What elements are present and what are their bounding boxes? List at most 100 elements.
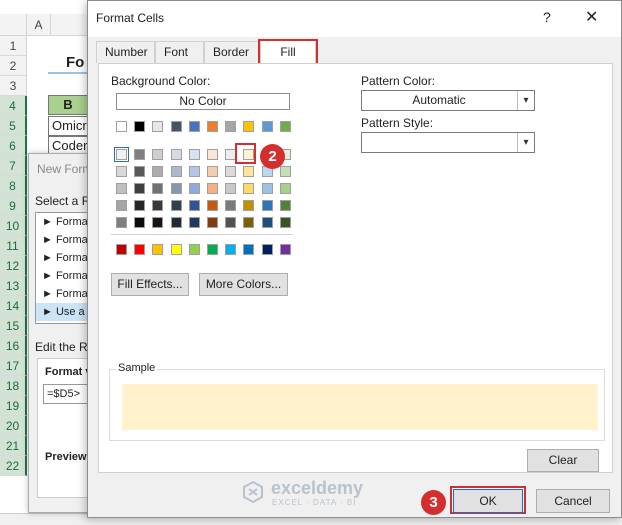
row-header-14[interactable]: 14 <box>0 296 27 316</box>
color-swatch[interactable] <box>261 183 273 194</box>
row-header-10[interactable]: 10 <box>0 216 27 236</box>
standard-color-swatch[interactable] <box>134 244 146 255</box>
color-swatch[interactable] <box>152 183 164 194</box>
sheet-title-cell[interactable]: Fo <box>48 52 88 74</box>
standard-color-swatch[interactable] <box>170 244 182 255</box>
color-swatch[interactable] <box>279 217 291 228</box>
color-swatch[interactable] <box>116 121 127 132</box>
row-header-19[interactable]: 19 <box>0 396 27 416</box>
color-swatch[interactable] <box>152 149 164 160</box>
color-swatch[interactable] <box>152 200 164 211</box>
color-swatch[interactable] <box>134 217 146 228</box>
chevron-down-icon[interactable]: ▾ <box>517 91 534 110</box>
row-header-4[interactable]: 4 <box>0 96 27 116</box>
color-swatch[interactable] <box>188 121 200 132</box>
color-swatch[interactable] <box>225 166 237 177</box>
chevron-down-icon[interactable]: ▾ <box>517 133 534 152</box>
color-swatch[interactable] <box>225 183 237 194</box>
tab-font[interactable]: Font <box>155 41 204 63</box>
color-swatch[interactable] <box>116 217 127 228</box>
color-swatch[interactable] <box>116 200 127 211</box>
color-swatch[interactable] <box>279 183 291 194</box>
color-swatch[interactable] <box>188 183 200 194</box>
color-swatch[interactable] <box>134 183 146 194</box>
row-header-6[interactable]: 6 <box>0 136 27 156</box>
standard-color-swatch[interactable] <box>261 244 273 255</box>
close-icon[interactable]: ✕ <box>585 7 598 27</box>
color-swatch[interactable] <box>170 121 182 132</box>
color-swatch[interactable] <box>152 166 164 177</box>
color-swatch[interactable] <box>225 200 237 211</box>
tab-fill[interactable]: Fill <box>260 39 316 63</box>
help-icon[interactable]: ? <box>543 9 551 25</box>
column-a-header[interactable]: A <box>27 14 51 36</box>
select-all-corner[interactable] <box>0 14 27 36</box>
color-swatch[interactable] <box>207 200 218 211</box>
color-swatch[interactable] <box>170 183 182 194</box>
color-swatch[interactable] <box>243 183 255 194</box>
color-swatch[interactable] <box>243 121 255 132</box>
color-swatch[interactable] <box>188 149 200 160</box>
fill-effects-button[interactable]: Fill Effects... <box>111 273 189 296</box>
color-swatch[interactable] <box>152 121 164 132</box>
color-swatch[interactable] <box>261 121 273 132</box>
pattern-color-dropdown[interactable]: Automatic ▾ <box>361 90 535 111</box>
row-header-9[interactable]: 9 <box>0 196 27 216</box>
standard-color-swatch[interactable] <box>116 244 127 255</box>
row-header-13[interactable]: 13 <box>0 276 27 296</box>
color-swatch[interactable] <box>243 217 255 228</box>
row-header-1[interactable]: 1 <box>0 36 27 56</box>
color-swatch[interactable] <box>279 166 291 177</box>
row-header-18[interactable]: 18 <box>0 376 27 396</box>
color-swatch[interactable] <box>207 166 218 177</box>
row-header-11[interactable]: 11 <box>0 236 27 256</box>
color-swatch[interactable] <box>116 183 127 194</box>
color-swatch[interactable] <box>207 217 218 228</box>
color-swatch[interactable] <box>188 166 200 177</box>
color-swatch[interactable] <box>225 217 237 228</box>
standard-color-swatch[interactable] <box>207 244 218 255</box>
standard-color-swatch[interactable] <box>188 244 200 255</box>
color-swatch[interactable] <box>134 149 146 160</box>
row-header-3[interactable]: 3 <box>0 76 27 96</box>
tab-number[interactable]: Number <box>96 41 155 63</box>
row-header-5[interactable]: 5 <box>0 116 27 136</box>
row-header-22[interactable]: 22 <box>0 456 27 476</box>
color-swatch[interactable] <box>225 121 237 132</box>
color-swatch[interactable] <box>134 200 146 211</box>
color-swatch[interactable] <box>116 166 127 177</box>
color-swatch[interactable] <box>279 200 291 211</box>
pattern-style-dropdown[interactable]: ▾ <box>361 132 535 153</box>
more-colors-button[interactable]: More Colors... <box>199 273 288 296</box>
row-header-8[interactable]: 8 <box>0 176 27 196</box>
color-swatch[interactable] <box>261 217 273 228</box>
color-swatch[interactable] <box>170 166 182 177</box>
cancel-button[interactable]: Cancel <box>536 489 610 513</box>
standard-color-swatch[interactable] <box>152 244 164 255</box>
row-header-21[interactable]: 21 <box>0 436 27 456</box>
color-swatch[interactable] <box>134 166 146 177</box>
color-swatch[interactable] <box>188 217 200 228</box>
color-swatch[interactable] <box>279 121 291 132</box>
standard-color-swatch[interactable] <box>243 244 255 255</box>
color-swatch[interactable] <box>207 149 218 160</box>
color-swatch[interactable] <box>152 217 164 228</box>
color-swatch[interactable] <box>188 200 200 211</box>
row-header-15[interactable]: 15 <box>0 316 27 336</box>
color-swatch[interactable] <box>243 200 255 211</box>
row-header-2[interactable]: 2 <box>0 56 27 76</box>
color-swatch[interactable] <box>170 217 182 228</box>
no-color-button[interactable]: No Color <box>116 93 290 110</box>
color-swatch[interactable] <box>261 200 273 211</box>
row-header-16[interactable]: 16 <box>0 336 27 356</box>
color-swatch[interactable] <box>170 200 182 211</box>
standard-color-swatch[interactable] <box>225 244 237 255</box>
ok-button[interactable]: OK <box>453 489 523 513</box>
color-swatch[interactable] <box>207 121 218 132</box>
row-header-7[interactable]: 7 <box>0 156 27 176</box>
clear-button[interactable]: Clear <box>527 449 599 472</box>
tab-border[interactable]: Border <box>204 41 260 63</box>
color-swatch[interactable] <box>170 149 182 160</box>
color-swatch[interactable] <box>207 183 218 194</box>
table-header-cell[interactable]: B <box>48 95 88 115</box>
